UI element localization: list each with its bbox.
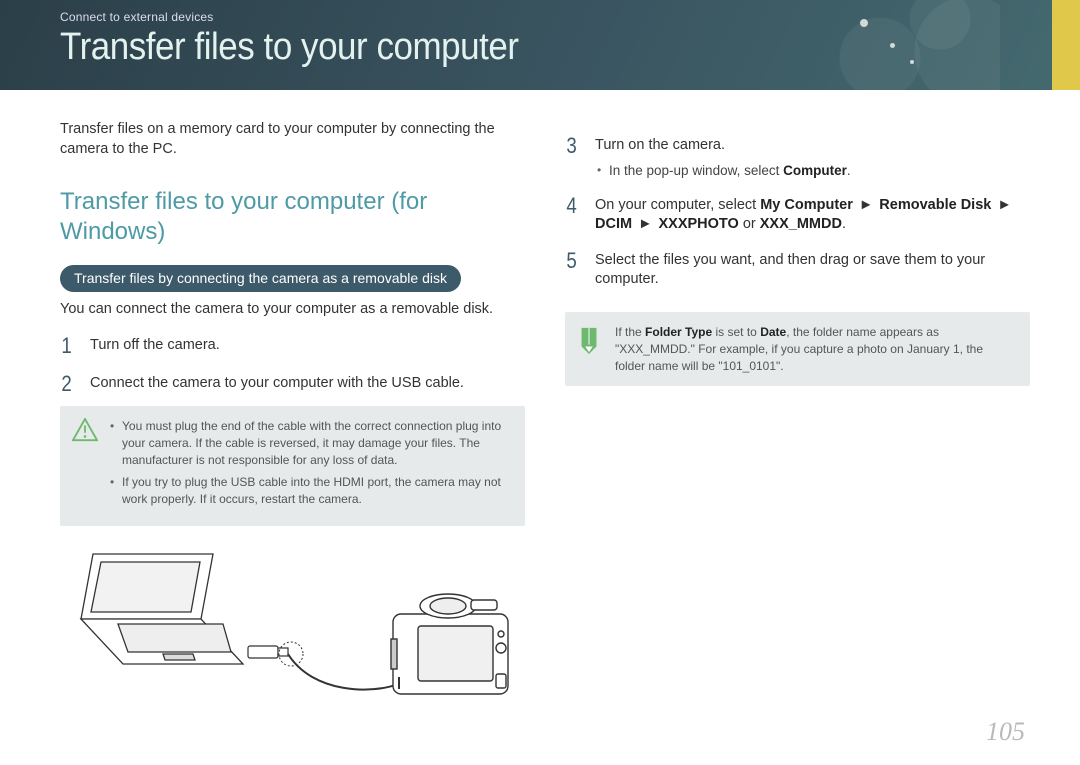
step-text: Turn off the camera. xyxy=(90,334,525,356)
arrow-icon: ► xyxy=(853,197,879,213)
info-text: If the Folder Type is set to Date, the f… xyxy=(615,324,1016,374)
pill-subtext: You can connect the camera to your compu… xyxy=(60,300,525,320)
caution-icon xyxy=(72,418,98,442)
intro-text: Transfer files on a memory card to your … xyxy=(60,120,525,159)
step-number: 3 xyxy=(566,134,581,158)
caution-list: You must plug the end of the cable with … xyxy=(110,418,511,508)
laptop-camera-illustration xyxy=(73,544,513,704)
step-2: 2 Connect the camera to your computer wi… xyxy=(60,372,525,396)
caution-item: You must plug the end of the cable with … xyxy=(110,418,511,468)
arrow-icon: ► xyxy=(632,216,658,232)
section-subhead: Transfer files to your computer (for Win… xyxy=(60,187,525,247)
left-column: Transfer files on a memory card to your … xyxy=(60,120,525,711)
info-box: If the Folder Type is set to Date, the f… xyxy=(565,312,1030,386)
step-body: Turn on the camera. In the pop-up window… xyxy=(595,134,1030,180)
step-3: 3 Turn on the camera. In the pop-up wind… xyxy=(565,134,1030,180)
connection-diagram xyxy=(60,544,525,711)
page-title: Transfer files to your computer xyxy=(60,26,943,69)
caution-box: You must plug the end of the cable with … xyxy=(60,406,525,526)
section-tab-yellow xyxy=(1052,0,1080,90)
step-number: 2 xyxy=(61,372,76,396)
step-text: Turn on the camera. xyxy=(595,137,725,153)
caution-item: If you try to plug the USB cable into th… xyxy=(110,474,511,508)
step-4: 4 On your computer, select My Computer ►… xyxy=(565,194,1030,235)
pencil-icon xyxy=(577,326,601,354)
step-text: Select the files you want, and then drag… xyxy=(595,249,1030,290)
content-area: Transfer files on a memory card to your … xyxy=(0,90,1080,711)
right-column: 3 Turn on the camera. In the pop-up wind… xyxy=(565,120,1030,711)
arrow-icon: ► xyxy=(991,197,1013,213)
page-header: Connect to external devices Transfer fil… xyxy=(0,0,1080,90)
step-number: 5 xyxy=(566,249,581,273)
step-sub-bullet: In the pop-up window, select Computer. xyxy=(595,162,1030,180)
step-text: On your computer, select My Computer ► R… xyxy=(595,194,1030,235)
step-number: 4 xyxy=(566,194,581,218)
breadcrumb: Connect to external devices xyxy=(60,10,1020,24)
step-number: 1 xyxy=(61,334,76,358)
step-text: Connect the camera to your computer with… xyxy=(90,372,525,394)
page-number: 105 xyxy=(986,717,1025,747)
topic-pill: Transfer files by connecting the camera … xyxy=(60,265,461,292)
step-5: 5 Select the files you want, and then dr… xyxy=(565,249,1030,290)
step-1: 1 Turn off the camera. xyxy=(60,334,525,358)
